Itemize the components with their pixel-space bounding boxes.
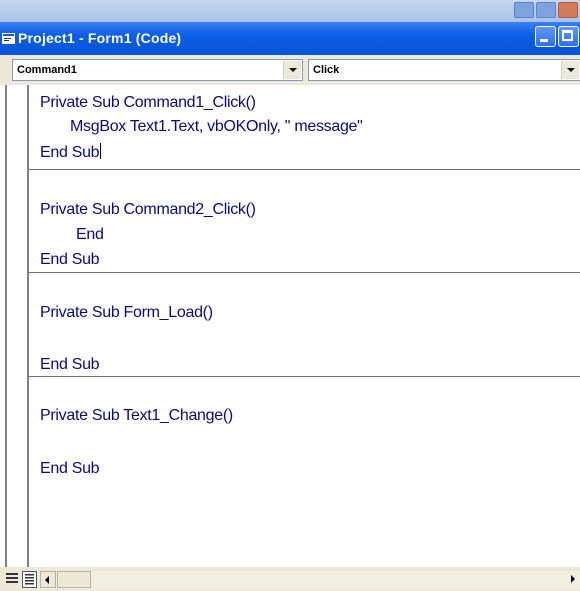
- parent-close-button[interactable]: [558, 2, 578, 18]
- parent-maximize-button[interactable]: [536, 2, 556, 18]
- full-module-view-icon[interactable]: [22, 571, 37, 588]
- scroll-right-button[interactable]: [564, 571, 580, 588]
- maximize-icon: [562, 30, 573, 41]
- code-line[interactable]: End Sub: [40, 143, 102, 162]
- procedure-dropdown-value: Click: [313, 64, 340, 76]
- minimize-icon: [540, 39, 548, 42]
- object-dropdown[interactable]: Command1: [12, 59, 303, 81]
- code-line[interactable]: End: [76, 226, 104, 244]
- scrollbar-thumb[interactable]: [57, 571, 91, 588]
- code-line[interactable]: Private Sub Text1_Change(): [40, 407, 233, 425]
- code-line[interactable]: Private Sub Command2_Click(): [40, 201, 256, 219]
- object-dropdown-value: Command1: [17, 64, 77, 76]
- combo-toolbar: Command1 Click: [0, 55, 580, 85]
- procedure-separator: [29, 272, 580, 273]
- code-line[interactable]: End Sub: [40, 460, 100, 478]
- parent-minimize-button[interactable]: [514, 2, 534, 18]
- code-window-icon[interactable]: [2, 33, 15, 44]
- text-cursor: [100, 143, 102, 159]
- code-line-text: End Sub: [40, 144, 100, 161]
- procedure-view-icon[interactable]: [6, 571, 19, 586]
- procedure-separator: [29, 169, 580, 170]
- scroll-left-icon: [45, 576, 49, 584]
- code-window-bottom-bar: [0, 567, 580, 591]
- code-line[interactable]: End Sub: [40, 251, 100, 269]
- margin-indicator-bar[interactable]: [0, 85, 29, 567]
- code-window-title-bar[interactable]: Project1 - Form1 (Code): [0, 22, 580, 55]
- code-line[interactable]: End Sub: [40, 356, 100, 374]
- object-dropdown-button[interactable]: [283, 61, 301, 79]
- code-line[interactable]: Private Sub Form_Load(): [40, 304, 213, 322]
- minimize-button[interactable]: [535, 26, 556, 47]
- procedure-dropdown-button[interactable]: [561, 61, 579, 79]
- chevron-down-icon: [289, 68, 297, 72]
- chevron-down-icon: [567, 68, 575, 72]
- procedure-dropdown[interactable]: Click: [308, 59, 580, 81]
- scroll-left-button[interactable]: [40, 571, 56, 588]
- parent-window-strip: [0, 0, 580, 22]
- scroll-right-icon: [571, 575, 575, 583]
- window-title: Project1 - Form1 (Code): [18, 30, 182, 46]
- maximize-button[interactable]: [558, 26, 579, 47]
- procedure-separator: [29, 376, 580, 377]
- code-line[interactable]: Private Sub Command1_Click(): [40, 94, 256, 112]
- code-line[interactable]: MsgBox Text1.Text, vbOKOnly, " message": [70, 118, 363, 136]
- horizontal-scrollbar[interactable]: [40, 571, 580, 589]
